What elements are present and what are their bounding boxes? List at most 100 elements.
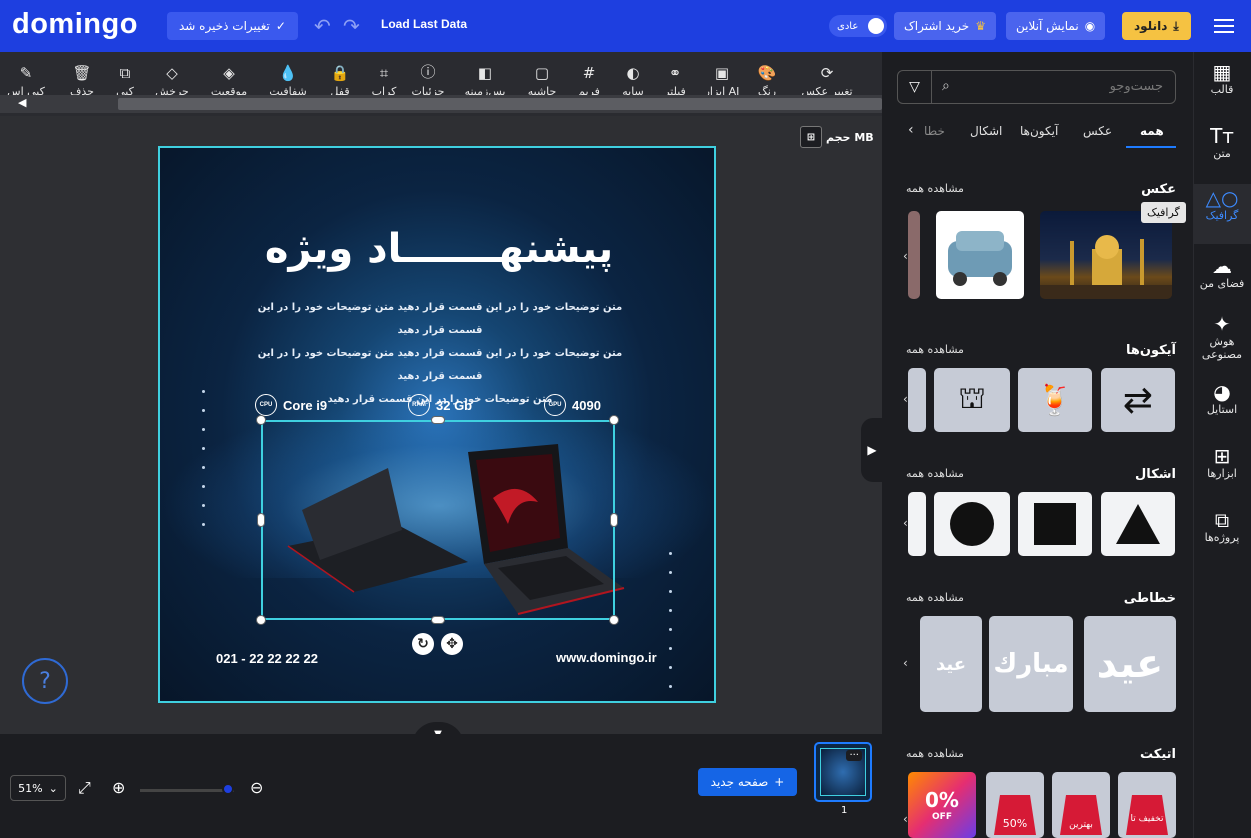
redo-icon[interactable]: ↷ [343,14,360,38]
sticker-off-card[interactable]: 0% OFF [908,772,976,838]
photo-shrine-card[interactable] [1040,211,1172,299]
tab-photo[interactable]: عکس [1083,124,1112,138]
sticker-50-tag-card[interactable]: 50% [986,772,1044,838]
tool-filter[interactable]: ⚭ فیلتر [660,52,690,98]
collapse-panel-icon[interactable]: ▶ [861,418,883,482]
zoom-out-icon[interactable]: ⊖ [250,778,263,797]
move-icon[interactable]: ✥ [441,633,463,655]
tool-copy[interactable]: ⧉ کپی [112,52,138,98]
tool-details[interactable]: ⓘ جزئیات [410,52,446,98]
tool-opacity[interactable]: 💧 شفافیت [266,52,310,98]
chevron-left-icon[interactable]: ‹ [903,656,908,670]
file-size-indicator[interactable]: ⊞ حجم MB [800,126,874,148]
icon-teacher-card[interactable]: ⛫ [934,368,1010,432]
mode-toggle[interactable]: عادی [829,15,887,37]
icon-drinks-card[interactable]: 🍹 [1018,368,1092,432]
chevron-left-icon[interactable]: ‹ [903,392,908,406]
tool-color[interactable]: 🎨 رنگ [752,52,782,98]
fullscreen-icon[interactable]: ⤢ [78,778,91,798]
see-all-link[interactable]: مشاهده همه [906,182,964,195]
calligraphy-eid-saeed-card[interactable]: عید [1084,616,1176,712]
chevron-left-icon[interactable]: ‹ [903,249,908,263]
resize-handle-ne[interactable] [609,415,619,425]
rail-item-projects[interactable]: ⧉ پروژه‌ها [1193,510,1251,544]
undo-icon[interactable]: ↶ [314,14,331,38]
subscribe-button[interactable]: خرید اشتراک ♛ [894,12,996,40]
page-thumbnail[interactable]: ··· [814,742,872,802]
shape-circle-card[interactable] [934,492,1010,556]
search-box[interactable]: جست‌وجو ⌕ ▽ [897,70,1176,104]
poster-website[interactable]: www.domingo.ir [556,650,657,665]
see-all-link[interactable]: مشاهده همه [906,343,964,356]
tool-lock[interactable]: 🔒 قفل [326,52,354,98]
tool-background[interactable]: ◧ پس‌زمینه [458,52,512,98]
photo-partial-card[interactable] [908,211,920,299]
shape-triangle-card[interactable] [1101,492,1175,556]
sticker-best-tag-card[interactable]: بهترین [1052,772,1110,838]
rotate-icon[interactable]: ↻ [412,633,434,655]
filter-icon[interactable]: ▽ [898,71,932,103]
tool-crop[interactable]: ⌗ کراپ [370,52,398,98]
resize-handle-e[interactable] [610,513,618,527]
resize-handle-s[interactable] [431,616,445,624]
spec-gpu[interactable]: GPU 4090 [544,394,601,416]
scroll-left-icon[interactable]: ◀ [18,96,26,109]
resize-handle-w[interactable] [257,513,265,527]
tool-rotate[interactable]: ◇ چرخش [152,52,192,98]
scroll-thumb[interactable] [118,98,882,110]
calligraphy-eid-mubarak-card[interactable]: مبارك [989,616,1073,712]
logo[interactable]: domingo [12,8,138,41]
tool-copy-style[interactable]: ✎ کپی اس [0,52,52,98]
icon-partial-card[interactable] [908,368,926,432]
photo-car-card[interactable] [936,211,1024,299]
more-icon[interactable]: ··· [846,750,862,761]
tool-delete[interactable]: 🗑 حذف [68,52,96,98]
tab-icons[interactable]: آیکون‌ها [1020,124,1058,138]
see-all-link[interactable]: مشاهده همه [906,467,964,480]
new-page-button[interactable]: صفحه جدید + [698,768,797,796]
resize-handle-sw[interactable] [256,615,266,625]
rail-item-text[interactable]: Tт متن [1193,126,1251,160]
shape-partial-card[interactable] [908,492,926,556]
see-all-link[interactable]: مشاهده همه [906,591,964,604]
selection-box[interactable] [261,420,615,620]
search-input[interactable]: جست‌وجو [1110,79,1163,94]
resize-handle-nw[interactable] [256,415,266,425]
tool-frame[interactable]: # فریم [572,52,606,98]
online-preview-button[interactable]: نمایش آنلاین ◉ [1006,12,1106,40]
help-button[interactable]: ? [22,658,68,704]
rail-item-tools[interactable]: ⊞ ابزارها [1193,446,1251,480]
toolbar-scrollbar[interactable]: ◀ [0,95,882,113]
rail-item-ai[interactable]: ✦ هوش مصنوعی [1193,314,1251,361]
rail-item-my-space[interactable]: ☁ فضای من [1193,256,1251,290]
tool-border[interactable]: ▢ حاشیه [524,52,560,98]
download-button[interactable]: دانلود ⤓ [1122,12,1191,40]
spec-ram[interactable]: RAM 32 Gb [408,394,472,416]
zoom-slider[interactable] [140,789,234,792]
poster-phone[interactable]: 021 - 22 22 22 22 [216,650,326,668]
tool-change-photo[interactable]: ⟳ تغییر عکس [796,52,858,98]
load-last-data-button[interactable]: Load Last Data [381,17,467,31]
rail-item-graphics[interactable]: △○ گرافیک [1193,184,1251,244]
icon-exchange-card[interactable]: ⇄ [1101,368,1175,432]
poster-title[interactable]: پیشنهـــــــاد ویژه [160,226,714,272]
tab-calligraphy[interactable]: خطا [924,124,945,138]
tool-ai[interactable]: ▣ ابزار AI [700,52,744,98]
tool-shadow[interactable]: ◐ سایه [618,52,648,98]
chevron-left-icon[interactable]: ‹ [908,122,914,138]
sticker-discount-tag-card[interactable]: تخفیف تا [1118,772,1176,838]
chevron-left-icon[interactable]: ‹ [903,516,908,530]
chevron-left-icon[interactable]: ‹ [903,812,908,826]
spec-cpu[interactable]: CPU Core i9 [255,394,327,416]
zoom-select[interactable]: 51% ⌄ [10,775,66,801]
tab-shapes[interactable]: اشکال [970,124,1002,138]
shape-square-card[interactable] [1018,492,1092,556]
calligraphy-eid-card[interactable]: عيد [920,616,982,712]
resize-handle-se[interactable] [609,615,619,625]
zoom-slider-knob[interactable] [222,783,234,795]
zoom-in-icon[interactable]: ⊕ [112,778,125,797]
rail-item-template[interactable]: ▦ قالب [1193,62,1251,96]
saved-status-button[interactable]: تغییرات ذخیره شد ✓ [167,12,298,40]
tab-all[interactable]: همه [1140,124,1164,138]
resize-handle-n[interactable] [431,416,445,424]
